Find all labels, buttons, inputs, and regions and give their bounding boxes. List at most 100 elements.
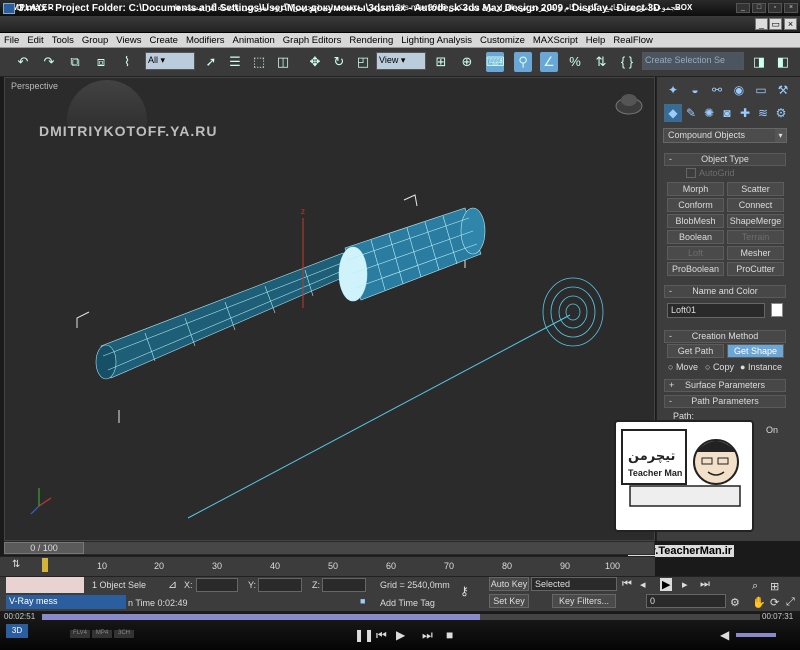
time-config-icon[interactable]: ⚙ — [730, 596, 740, 609]
modify-tab-icon[interactable]: ◒ — [686, 81, 704, 99]
undo-icon[interactable]: ↶ — [14, 52, 32, 72]
motion-tab-icon[interactable]: ◉ — [730, 81, 748, 99]
rectangular-selection-icon[interactable]: ⬚ — [250, 52, 268, 72]
mode-label[interactable]: 3CH — [114, 630, 134, 638]
move-radio[interactable]: ○ Move — [668, 362, 698, 372]
player-play-icon[interactable]: ▶ — [396, 628, 405, 642]
conform-button[interactable]: Conform — [667, 198, 724, 212]
boolean-button[interactable]: Boolean — [667, 230, 724, 244]
named-selection-icon[interactable]: { } — [618, 52, 636, 72]
scatter-button[interactable]: Scatter — [727, 182, 784, 196]
add-time-tag[interactable]: Add Time Tag — [380, 598, 435, 608]
chevron-down-icon[interactable]: ▾ — [775, 129, 786, 142]
orbit-icon[interactable]: ⟳ — [770, 596, 779, 609]
menu-customize[interactable]: Customize — [476, 33, 529, 47]
window-crossing-icon[interactable]: ◫ — [274, 52, 292, 72]
player-fullscreen-button[interactable]: ▫ — [768, 3, 782, 13]
create-tab-icon[interactable]: ✦ — [664, 81, 682, 99]
blobmesh-button[interactable]: BlobMesh — [667, 214, 724, 228]
scene-geometry[interactable]: z — [5, 78, 655, 541]
utilities-tab-icon[interactable]: ⚒ — [774, 81, 792, 99]
menu-graph-editors[interactable]: Graph Editors — [279, 33, 346, 47]
select-move-icon[interactable]: ✥ — [306, 52, 324, 72]
select-rotate-icon[interactable]: ↻ — [330, 52, 348, 72]
next-frame-icon[interactable]: ▸ — [682, 578, 688, 591]
select-manipulate-icon[interactable]: ⊕ — [458, 52, 476, 72]
terrain-button[interactable]: Terrain — [727, 230, 784, 244]
get-shape-button[interactable]: Get Shape — [727, 344, 784, 358]
player-maximize-button[interactable]: □ — [752, 3, 766, 13]
reference-coord-dropdown[interactable]: View ▾ — [376, 52, 426, 70]
max-minimize-button[interactable]: _ — [755, 18, 768, 30]
mesher-button[interactable]: Mesher — [727, 246, 784, 260]
player-pause-icon[interactable]: ❚❚ — [354, 628, 374, 642]
select-object-icon[interactable]: ➚ — [202, 52, 220, 72]
player-next-icon[interactable]: ⏭ — [422, 628, 433, 643]
hierarchy-tab-icon[interactable]: ⚯ — [708, 81, 726, 99]
menu-file[interactable]: File — [0, 33, 23, 47]
auto-key-button[interactable]: Auto Key — [489, 577, 529, 591]
get-path-button[interactable]: Get Path — [667, 344, 724, 358]
zoom-icon[interactable]: ⌕ — [752, 580, 758, 593]
lights-icon[interactable]: ✺ — [700, 104, 718, 122]
set-key-button[interactable]: Set Key — [489, 594, 529, 608]
name-color-rollout[interactable]: - Name and Color — [664, 285, 786, 298]
pan-icon[interactable]: ✋ — [752, 596, 766, 609]
pivot-center-icon[interactable]: ⊞ — [432, 52, 450, 72]
unlink-icon[interactable]: ⧈ — [92, 52, 110, 72]
play-icon[interactable]: ▶ — [660, 578, 673, 591]
shapemerge-button[interactable]: ShapeMerge — [727, 214, 784, 228]
connect-button[interactable]: Connect — [727, 198, 784, 212]
menu-maxscript[interactable]: MAXScript — [529, 33, 582, 47]
zoom-all-icon[interactable]: ⊞ — [770, 580, 779, 593]
player-previous-icon[interactable]: ⏮ — [376, 628, 387, 643]
previous-frame-icon[interactable]: ◂ — [640, 578, 646, 591]
keyboard-shortcut-toggle-icon[interactable]: ⌨ — [486, 52, 505, 72]
x-coordinate-field[interactable] — [196, 578, 238, 592]
y-coordinate-field[interactable] — [258, 578, 302, 592]
menu-group[interactable]: Group — [78, 33, 112, 47]
surface-parameters-rollout[interactable]: + Surface Parameters — [664, 379, 786, 392]
snaps-toggle-icon[interactable]: ⚲ — [514, 52, 532, 72]
loft-button[interactable]: Loft — [667, 246, 724, 260]
angle-snap-icon[interactable]: ∠ — [540, 52, 558, 72]
procutter-button[interactable]: ProCutter — [727, 262, 784, 276]
max-close-button[interactable]: × — [784, 18, 797, 30]
align-icon[interactable]: ◧ — [774, 52, 792, 72]
menu-animation[interactable]: Animation — [229, 33, 279, 47]
menu-help[interactable]: Help — [582, 33, 610, 47]
player-volume-bar[interactable] — [736, 633, 776, 637]
mirror-icon[interactable]: ◨ — [750, 52, 768, 72]
select-link-icon[interactable]: ⧉ — [66, 52, 84, 72]
instance-radio[interactable]: ● Instance — [740, 362, 782, 372]
track-menu-icon[interactable]: ⇅ — [12, 559, 26, 573]
spinner-snap-icon[interactable]: ⇅ — [592, 52, 610, 72]
creation-method-rollout[interactable]: - Creation Method — [664, 330, 786, 343]
player-box-label[interactable]: BOX — [675, 3, 692, 12]
go-to-start-icon[interactable]: ⏮ — [622, 578, 632, 591]
key-mode-dropdown[interactable]: Selected — [531, 577, 617, 591]
geometry-category-dropdown[interactable]: Compound Objects — [663, 128, 787, 143]
named-selection-set-field[interactable]: Create Selection Se — [642, 52, 744, 70]
player-minimize-button[interactable]: _ — [736, 3, 750, 13]
proboolean-button[interactable]: ProBoolean — [667, 262, 724, 276]
menu-realflow[interactable]: RealFlow — [609, 33, 657, 47]
max-app-icon[interactable] — [3, 3, 15, 14]
menu-modifiers[interactable]: Modifiers — [182, 33, 229, 47]
menu-create[interactable]: Create — [145, 33, 182, 47]
helpers-icon[interactable]: ✚ — [736, 104, 754, 122]
vray-messages-window[interactable]: V-Ray mess — [6, 595, 126, 609]
menu-lighting-analysis[interactable]: Lighting Analysis — [397, 33, 476, 47]
redo-icon[interactable]: ↷ — [40, 52, 58, 72]
path-parameters-rollout[interactable]: - Path Parameters — [664, 395, 786, 408]
player-stop-icon[interactable]: ■ — [446, 628, 453, 642]
systems-icon[interactable]: ⚙ — [772, 104, 790, 122]
time-slider-thumb[interactable]: 0 / 100 — [4, 542, 84, 554]
percent-snap-icon[interactable]: % — [566, 52, 584, 72]
select-by-name-icon[interactable]: ☰ — [226, 52, 244, 72]
time-tag-icon[interactable]: ■ — [360, 596, 365, 606]
time-slider[interactable] — [4, 541, 655, 555]
player-close-button[interactable]: × — [784, 3, 798, 13]
mode-label[interactable]: FLV4 — [70, 630, 90, 638]
select-scale-icon[interactable]: ◰ — [354, 52, 372, 72]
